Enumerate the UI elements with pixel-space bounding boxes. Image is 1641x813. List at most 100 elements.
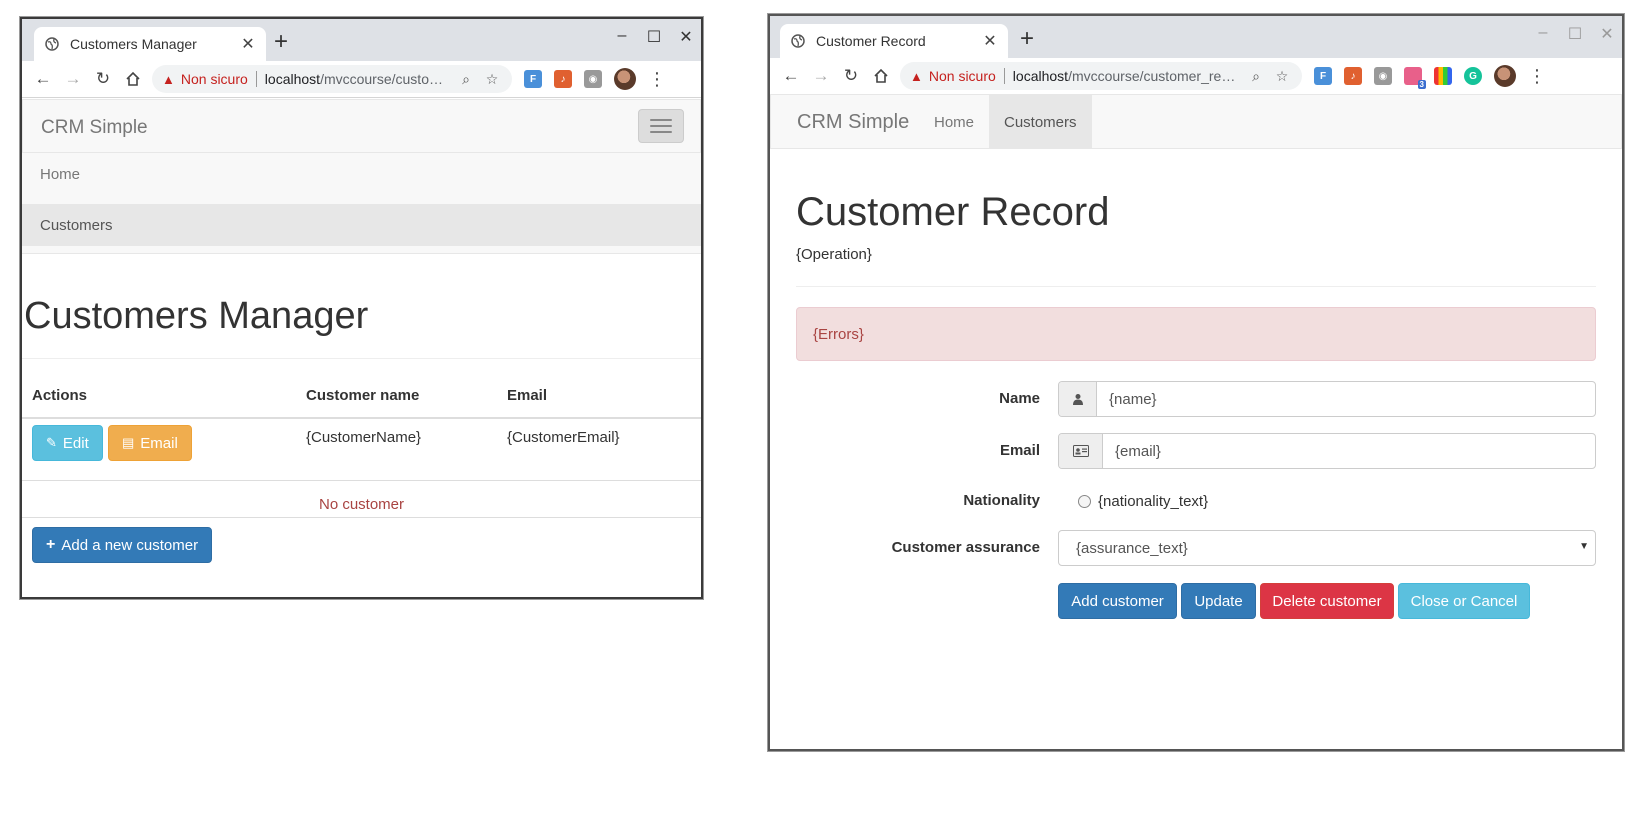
new-tab-button[interactable]: + [1020,26,1034,52]
close-window-icon[interactable]: ✕ [677,27,695,47]
cell-customer-email: {CustomerEmail} [507,429,620,446]
camera-icon[interactable]: ◉ [1374,67,1392,85]
badge-count: 3 [1417,80,1426,89]
grammarly-icon[interactable]: G [1464,67,1482,85]
browser-window-customers-manager: Customers Manager ✕ + – ☐ ✕ ← → ↻ ▲ Non … [20,17,703,599]
minimize-icon[interactable]: – [613,27,631,47]
page-title: Customer Record [796,190,1110,234]
address-card-icon [1059,434,1103,468]
edit-icon: ✎ [46,435,57,450]
maximize-icon[interactable]: ☐ [1566,24,1584,44]
extension-badge-icon[interactable]: 3 [1404,67,1426,89]
delete-customer-button[interactable]: Delete customer [1260,583,1394,619]
security-label: Non sicuro [180,71,248,87]
url-text: localhost/mvccourse/customer_re… [1013,68,1240,84]
window-controls: – ☐ ✕ [613,27,695,47]
home-icon[interactable] [118,64,148,94]
hamburger-bar [650,125,672,127]
email-label: Email [999,442,1040,459]
close-tab-icon[interactable]: ✕ [240,34,256,54]
nav-home[interactable]: Home [919,95,989,149]
errors-alert: {Errors} [796,307,1596,361]
camera-icon[interactable]: ◉ [584,70,602,88]
empty-message: No customer [318,496,405,513]
email-input[interactable] [1103,434,1595,468]
assurance-select[interactable]: {assurance_text} ▼ [1058,530,1596,566]
url-path: /mvccourse/custo… [320,71,443,87]
forward-icon[interactable]: → [806,61,836,91]
color-extension-icon[interactable] [1434,67,1452,85]
nationality-radio[interactable] [1078,495,1091,508]
row-divider [22,517,701,518]
email-button[interactable]: ▤ Email [108,425,192,461]
tab-title: Customers Manager [70,36,197,52]
add-customer-button[interactable]: + Add a new customer [32,527,213,563]
address-bar[interactable]: ▲ Non sicuro localhost/mvccourse/custo… … [152,65,512,93]
extension-icon[interactable]: F [524,70,542,88]
close-tab-icon[interactable]: ✕ [982,31,998,51]
plus-icon: + [46,536,56,553]
new-tab-button[interactable]: + [274,29,288,55]
maximize-icon[interactable]: ☐ [645,27,663,47]
assurance-label: Customer assurance [891,539,1040,556]
brand[interactable]: CRM Simple [41,117,148,139]
email-label: Email [140,434,178,452]
omnibox-divider [255,71,257,87]
browser-toolbar: ← → ↻ ▲ Non sicuro localhost/mvccourse/c… [22,61,701,98]
header-divider [22,417,701,419]
reload-icon[interactable]: ↻ [88,64,118,94]
star-icon[interactable]: ☆ [1272,68,1292,85]
edit-button[interactable]: ✎ Edit [32,425,103,461]
hamburger-bar [650,131,672,133]
tab-title: Customer Record [816,33,926,49]
menu-item-customers[interactable]: Customers [22,204,701,246]
extension-icon-2[interactable]: ♪ [554,70,572,88]
back-icon[interactable]: ← [28,64,58,94]
navbar: CRM Simple Home Customers [770,94,1622,149]
assurance-selected-value: {assurance_text} [1076,539,1188,557]
browser-tab[interactable]: Customers Manager ✕ [34,27,266,61]
hamburger-menu-button[interactable] [638,109,684,143]
cell-customer-name: {CustomerName} [306,429,422,446]
zoom-icon[interactable]: ⌕ [456,71,476,88]
update-button[interactable]: Update [1181,583,1256,619]
name-label: Name [999,390,1040,407]
minimize-icon[interactable]: – [1534,24,1552,44]
reload-icon[interactable]: ↻ [836,61,866,91]
brand[interactable]: CRM Simple [797,111,909,134]
browser-window-customer-record: Customer Record ✕ + – ☐ ✕ ← → ↻ ▲ Non si… [768,14,1624,751]
menu-dots-icon[interactable]: ⋮ [648,70,666,88]
operation-text: {Operation} [796,246,872,263]
add-customer-button[interactable]: Add customer [1058,583,1177,619]
star-icon[interactable]: ☆ [482,71,502,88]
omnibox-divider [1003,68,1005,84]
back-icon[interactable]: ← [776,61,806,91]
menu-dots-icon[interactable]: ⋮ [1528,67,1546,85]
page-viewport: CRM Simple Home Customers Customers Mana… [22,99,701,597]
column-header-email: Email [507,387,548,404]
address-bar[interactable]: ▲ Non sicuro localhost/mvccourse/custome… [900,62,1302,90]
close-window-icon[interactable]: ✕ [1598,24,1616,44]
zoom-icon[interactable]: ⌕ [1246,68,1266,85]
extension-icon-2[interactable]: ♪ [1344,67,1362,85]
tab-strip: Customers Manager ✕ + – ☐ ✕ [22,19,701,61]
page-title: Customers Manager [24,295,369,337]
profile-avatar[interactable] [614,68,636,90]
url-path: /mvccourse/customer_re… [1068,68,1236,84]
address-card-icon: ▤ [122,435,135,450]
name-input-group [1058,381,1596,417]
home-icon[interactable] [866,61,896,91]
browser-tab[interactable]: Customer Record ✕ [780,24,1008,58]
nationality-radio-option[interactable]: {nationality_text} [1078,493,1208,510]
nav-customers[interactable]: Customers [989,95,1092,149]
close-cancel-button[interactable]: Close or Cancel [1398,583,1530,619]
add-customer-label: Add a new customer [61,536,199,554]
name-input[interactable] [1097,382,1595,416]
profile-avatar[interactable] [1494,65,1516,87]
extension-icon[interactable]: F [1314,67,1332,85]
menu-item-home[interactable]: Home [22,153,701,195]
email-input-group [1058,433,1596,469]
column-header-customer-name: Customer name [306,387,420,404]
forward-icon[interactable]: → [58,64,88,94]
warning-icon: ▲ [910,68,923,84]
